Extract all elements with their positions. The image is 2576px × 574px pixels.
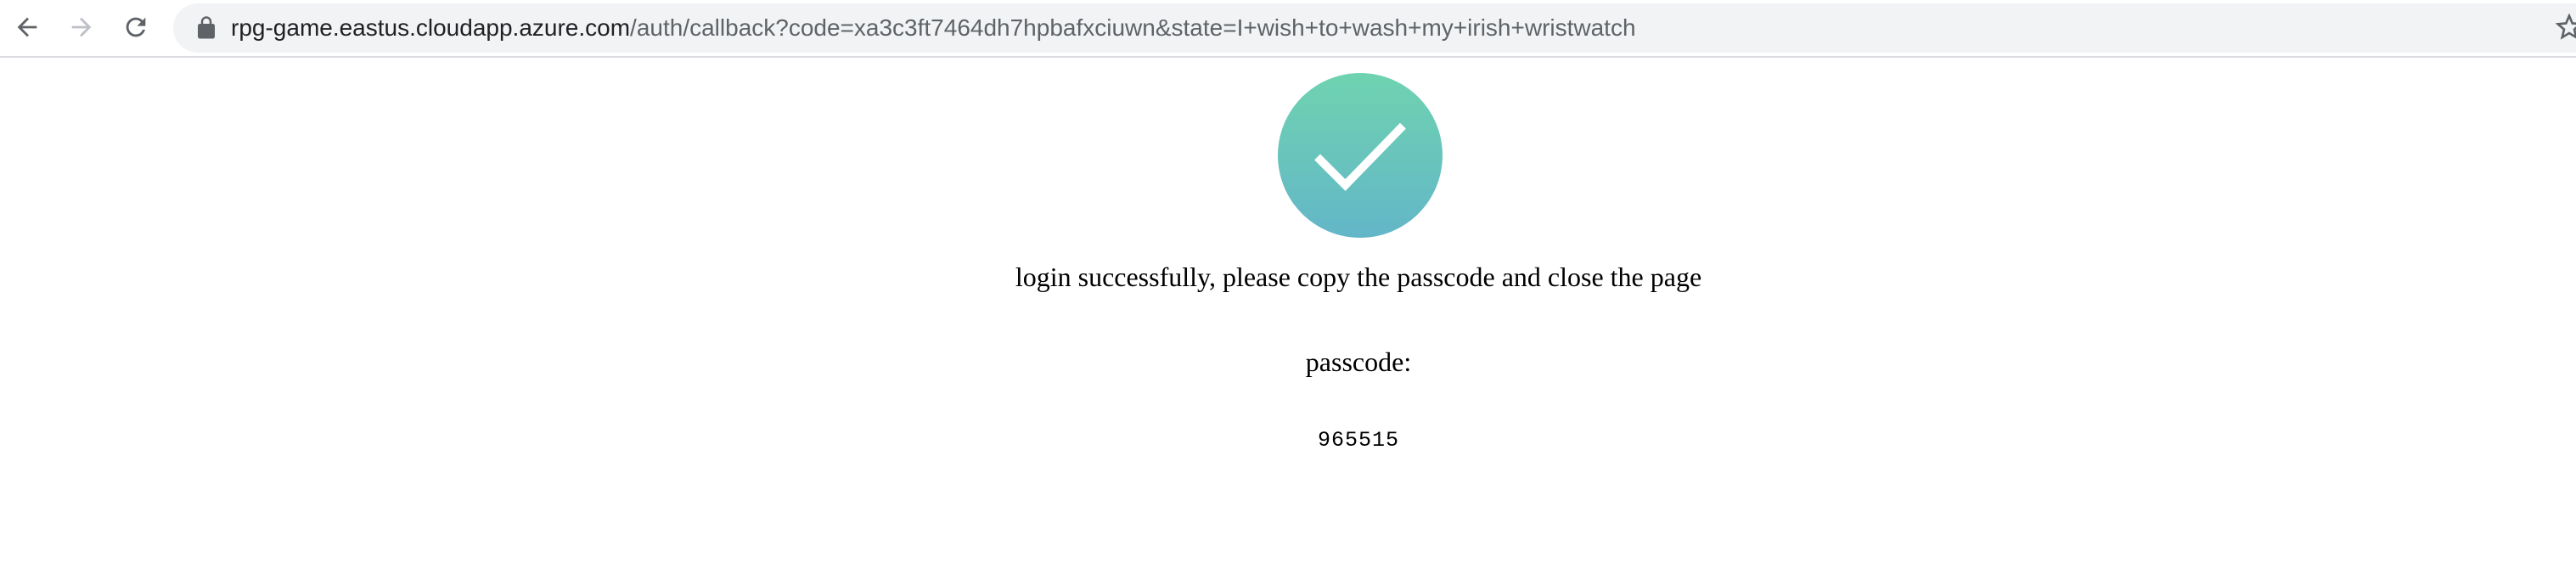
star-icon[interactable] xyxy=(2556,14,2576,41)
address-bar[interactable]: rpg-game.eastus.cloudapp.azure.com/auth/… xyxy=(173,3,2576,53)
url-host: rpg-game.eastus.cloudapp.azure.com xyxy=(231,14,631,41)
url-path: /auth/callback?code=xa3c3ft7464dh7hpbafx… xyxy=(630,14,1636,41)
page-content: login successfully, please copy the pass… xyxy=(0,58,2576,574)
reload-button[interactable] xyxy=(115,7,156,48)
success-message: login successfully, please copy the pass… xyxy=(1015,262,1702,292)
passcode-value[interactable]: 965515 xyxy=(0,428,2576,453)
browser-toolbar: rpg-game.eastus.cloudapp.azure.com/auth/… xyxy=(0,0,2576,58)
lock-icon[interactable] xyxy=(194,15,219,41)
forward-arrow-icon xyxy=(71,17,92,37)
back-arrow-icon xyxy=(17,17,37,37)
url-text[interactable]: rpg-game.eastus.cloudapp.azure.com/auth/… xyxy=(231,3,1636,53)
back-button[interactable] xyxy=(7,7,48,48)
passcode-label: passcode: xyxy=(1305,346,1412,377)
reload-icon xyxy=(126,17,146,37)
checkmark-circle-icon xyxy=(1278,73,1443,238)
forward-button[interactable] xyxy=(61,7,102,48)
